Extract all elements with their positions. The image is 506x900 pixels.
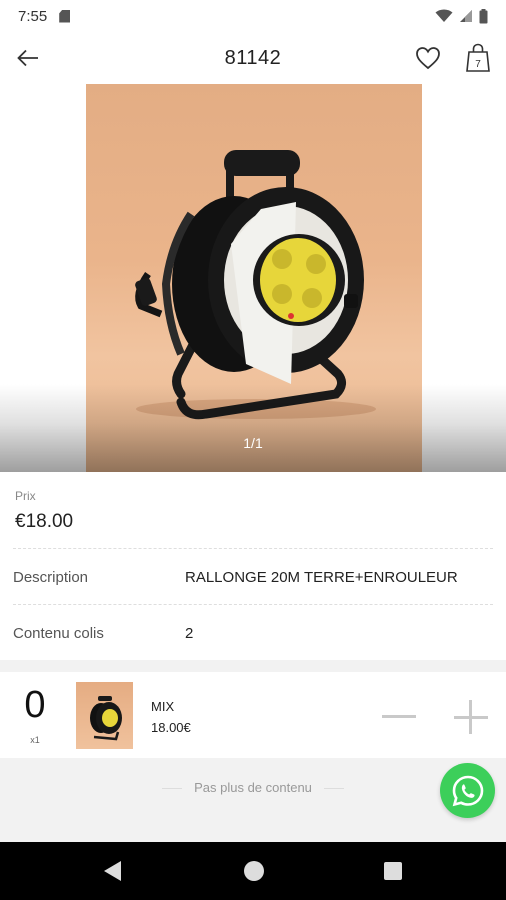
- back-button[interactable]: [14, 44, 42, 72]
- description-value: RALLONGE 20M TERRE+ENROULEUR: [185, 569, 458, 586]
- package-content-value: 2: [185, 625, 194, 642]
- product-gallery[interactable]: 1/1: [0, 84, 506, 472]
- divider: [13, 604, 493, 605]
- quantity-multiplier: x1: [30, 735, 40, 745]
- variant-thumbnail: [76, 682, 133, 749]
- back-arrow-icon: [17, 49, 38, 67]
- heart-icon: [416, 47, 440, 70]
- image-fade-overlay: [0, 384, 506, 472]
- sd-card-icon: [59, 9, 71, 23]
- increase-quantity-button[interactable]: [452, 699, 490, 735]
- whatsapp-button[interactable]: [440, 763, 495, 818]
- signal-icon: [460, 10, 472, 22]
- divider-left: [162, 788, 183, 790]
- price-value: €18.00: [15, 511, 74, 532]
- whatsapp-icon: [452, 775, 483, 806]
- status-time: 7:55: [18, 7, 48, 25]
- variant-name: MIX: [151, 699, 175, 714]
- variant-row: 0 x1 MIX 18.00€: [0, 672, 506, 758]
- price-label: Prix: [15, 489, 36, 503]
- quantity-value: 0: [24, 684, 46, 726]
- cart-count: 7: [475, 59, 481, 70]
- decrease-quantity-button[interactable]: [380, 699, 420, 733]
- nav-recent-apps-icon[interactable]: [384, 862, 402, 880]
- shopping-bag-icon: 7: [466, 43, 490, 72]
- end-of-content-note: Pas plus de contenu: [0, 780, 506, 795]
- cable-reel-thumbnail: [90, 696, 122, 741]
- page-title: 81142: [224, 46, 282, 69]
- system-nav-bar: [0, 842, 506, 900]
- battery-icon: [479, 8, 488, 23]
- divider-right: [323, 788, 344, 790]
- variant-price: 18.00€: [151, 720, 191, 735]
- favorite-button[interactable]: [414, 44, 442, 72]
- package-content-label: Contenu colis: [13, 625, 104, 642]
- app-bar: 81142 7: [0, 32, 506, 84]
- divider: [13, 548, 493, 549]
- nav-back-icon[interactable]: [102, 860, 122, 882]
- status-bar: 7:55: [0, 0, 506, 32]
- product-info: Prix €18.00 Description RALLONGE 20M TER…: [0, 472, 506, 660]
- nav-home-icon[interactable]: [244, 861, 264, 881]
- cart-button[interactable]: 7: [464, 43, 492, 73]
- image-counter: 1/1: [243, 435, 263, 451]
- end-of-content-text: Pas plus de contenu: [194, 780, 312, 795]
- wifi-icon: [435, 9, 453, 22]
- status-icons: [435, 8, 488, 24]
- description-label: Description: [13, 569, 89, 586]
